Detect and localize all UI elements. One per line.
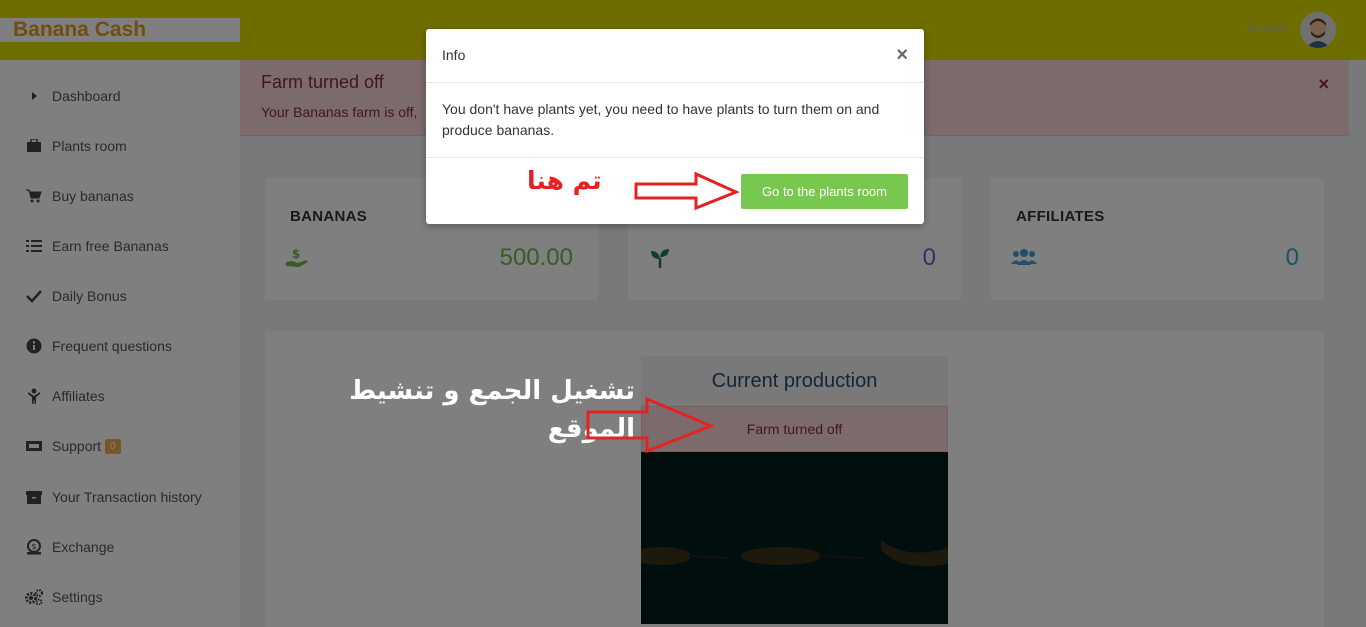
modal-body: You don't have plants yet, you need to h… [442,101,880,138]
divider [426,157,924,158]
go-to-plants-room-button[interactable]: Go to the plants room [741,174,908,209]
close-icon[interactable]: × [896,45,908,65]
annotation-arrow-icon [634,171,740,211]
annotation-arrow-icon [586,396,715,454]
modal-title: Info [442,47,466,63]
divider [426,82,924,83]
annotation-click-here: تم هنا [527,166,602,195]
